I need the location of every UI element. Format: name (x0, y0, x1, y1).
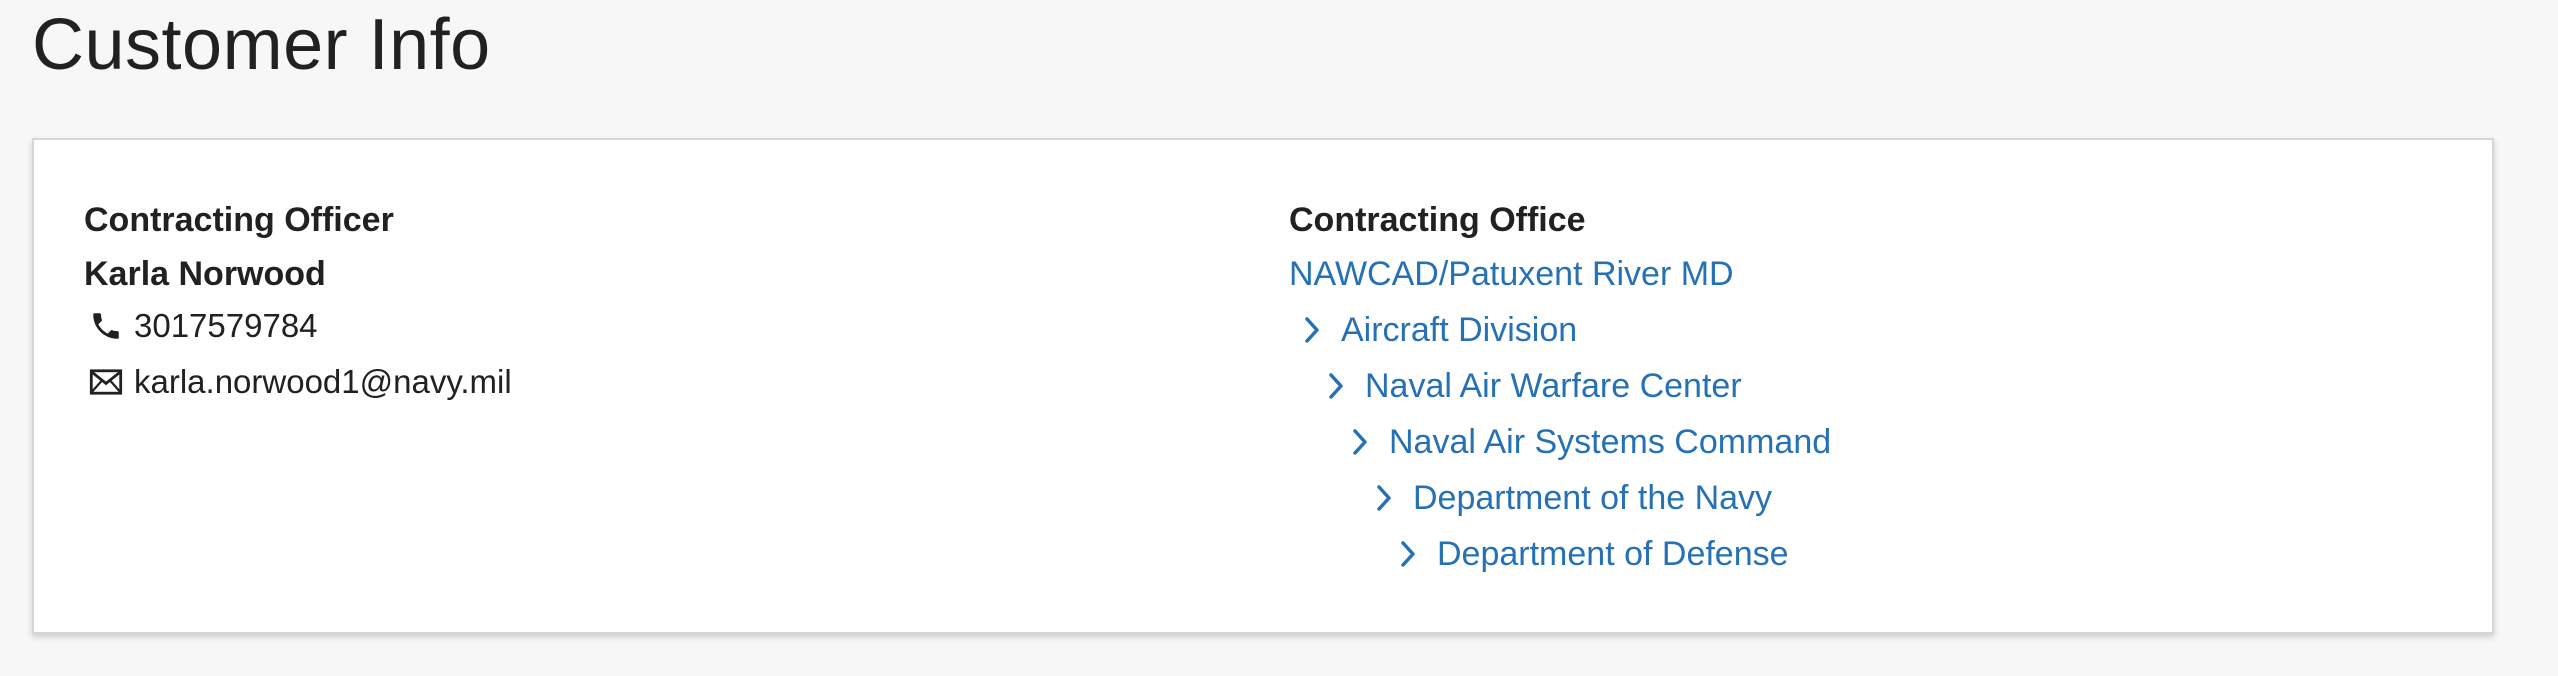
office-hierarchy: Aircraft Division Naval Air Warfare Cente… (1289, 310, 1831, 574)
hierarchy-item[interactable]: Naval Air Warfare Center (1325, 366, 1831, 406)
officer-name: Karla Norwood (84, 255, 326, 293)
hierarchy-link[interactable]: Department of the Navy (1413, 478, 1772, 518)
envelope-icon (88, 364, 124, 400)
officer-email[interactable]: karla.norwood1@navy.mil (134, 362, 512, 402)
contracting-office-section: Contracting Office NAWCAD/Patuxent River… (1289, 200, 1831, 590)
customer-info-card: Contracting Officer Karla Norwood 301757… (32, 138, 2494, 634)
officer-phone-row: 3017579784 (84, 306, 512, 346)
officer-email-row: karla.norwood1@navy.mil (84, 362, 512, 402)
chevron-right-icon (1397, 538, 1419, 570)
hierarchy-link[interactable]: Department of Defense (1437, 534, 1789, 574)
hierarchy-item[interactable]: Naval Air Systems Command (1349, 422, 1831, 462)
chevron-right-icon (1373, 482, 1395, 514)
hierarchy-item[interactable]: Department of the Navy (1373, 478, 1831, 518)
hierarchy-link[interactable]: Aircraft Division (1341, 310, 1577, 350)
hierarchy-item[interactable]: Aircraft Division (1301, 310, 1831, 350)
officer-phone: 3017579784 (134, 307, 318, 344)
chevron-right-icon (1325, 370, 1347, 402)
contracting-officer-heading: Contracting Officer (84, 201, 394, 239)
phone-icon (88, 308, 124, 344)
chevron-right-icon (1349, 426, 1371, 458)
contracting-office-heading: Contracting Office (1289, 201, 1586, 239)
chevron-right-icon (1301, 314, 1323, 346)
hierarchy-link[interactable]: Naval Air Systems Command (1389, 422, 1831, 462)
office-name-link[interactable]: NAWCAD/Patuxent River MD (1289, 254, 1831, 294)
contracting-officer-section: Contracting Officer Karla Norwood 301757… (84, 200, 512, 418)
page-title: Customer Info (32, 5, 491, 85)
hierarchy-link[interactable]: Naval Air Warfare Center (1365, 366, 1742, 406)
hierarchy-item[interactable]: Department of Defense (1397, 534, 1831, 574)
